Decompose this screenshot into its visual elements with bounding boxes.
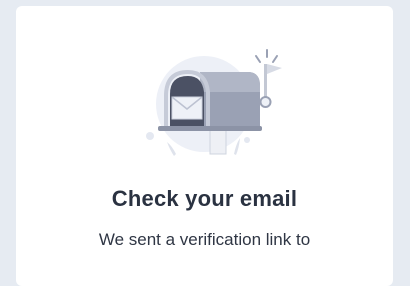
- decor-leaf: [167, 142, 176, 156]
- verification-card: Check your email We sent a verification …: [16, 6, 393, 286]
- verification-message: We sent a verification link to: [98, 230, 311, 249]
- mailbox-post: [209, 127, 227, 155]
- flag-knob: [259, 96, 272, 108]
- mailbox-base: [158, 126, 262, 131]
- sparkle-line: [255, 55, 261, 63]
- decor-dot: [244, 137, 250, 143]
- page-title: Check your email: [111, 186, 298, 211]
- decor-dot: [146, 132, 154, 140]
- mailbox-icon: [146, 49, 282, 156]
- flag-icon: [267, 64, 282, 74]
- sparkle-line: [272, 55, 278, 63]
- mailbox-illustration: [136, 42, 286, 168]
